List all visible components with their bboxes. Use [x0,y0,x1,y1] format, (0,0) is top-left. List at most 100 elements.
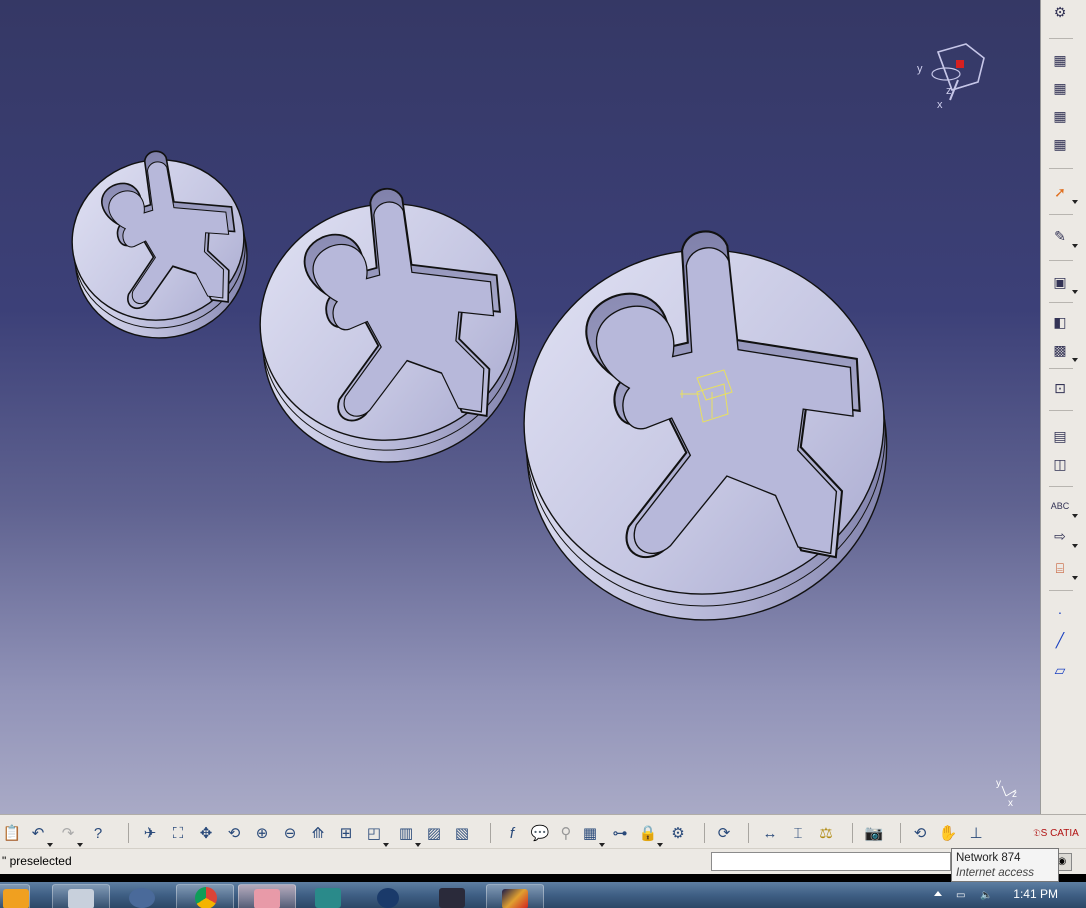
tooltip-title: Network 874 [956,852,1021,864]
toolbar-separator [1049,168,1073,169]
refresh-icon[interactable]: ⟲ [908,821,932,845]
settings-gear-icon[interactable]: ⚙ [1047,0,1073,24]
network-tooltip: Network 874 Internet access [951,848,1059,882]
update-icon[interactable]: ⟳ [712,821,736,845]
point-icon[interactable]: · [1047,600,1073,624]
network-tray-icon[interactable]: ▭ [956,890,968,902]
toolbar-separator [1049,302,1073,303]
part-icon-4[interactable]: ▦ [1047,132,1073,156]
fit-all-icon[interactable]: ⛶ [166,821,190,845]
part-small[interactable] [58,139,260,352]
toolbar-separator [704,823,705,843]
status-bar: " preselected ◉ [0,848,1086,874]
taskbar-browser[interactable] [362,884,420,908]
table-icon[interactable]: ▦ [578,821,605,847]
toolbar-separator [1049,486,1073,487]
text-abc-icon[interactable]: ABC [1047,494,1078,518]
axis-triad: y z x [996,778,1017,809]
tray-expand-icon[interactable] [934,891,942,896]
toolbar-separator [852,823,853,843]
triad-x-label: x [1008,798,1013,809]
toolbar-separator [748,823,749,843]
media-icon [129,888,155,908]
toolbar-separator [1049,260,1073,261]
app-icon [254,889,280,908]
undo-icon[interactable]: ↶ [26,821,53,847]
taskbar-app-active[interactable] [238,884,296,908]
calculator-icon [68,889,94,908]
compass-x-label: x [937,99,943,111]
taskbar-chrome[interactable] [176,884,234,908]
clock[interactable]: 1:41 PM [1013,887,1058,901]
mass-icon[interactable]: ⚖ [814,821,838,845]
image-app-icon [502,889,528,908]
plane-icon[interactable]: ▱ [1047,658,1073,682]
tooltip-subtitle: Internet access [956,867,1034,879]
compass-y-label: y [917,63,923,75]
toolbar-separator [1049,410,1073,411]
fixture-icon[interactable]: ▤ [1047,424,1073,448]
swap-space-icon[interactable]: ▧ [450,821,474,845]
grid-icon[interactable]: ▩ [1047,338,1078,362]
formula-icon[interactable]: f [500,821,524,845]
select-arrow-icon[interactable]: ➚ [1047,180,1078,204]
measure-item-icon[interactable]: ⌶ [786,821,810,845]
whats-this-icon[interactable]: ? [86,821,110,845]
rotate-icon[interactable]: ⟲ [222,821,246,845]
toolbar-separator [1049,214,1073,215]
lock-icon[interactable]: 🔒 [636,821,663,847]
hide-show-icon[interactable]: ▨ [422,821,446,845]
taskbar-autocad[interactable] [300,884,358,908]
catia-logo-icon: 𝔇S CATIA [1033,827,1079,839]
toolbar-separator [1049,38,1073,39]
chrome-icon [195,887,217,908]
browser-icon [377,888,399,908]
part-large[interactable] [505,215,904,638]
3d-viewport[interactable]: y z x y z x [0,0,1040,814]
multi-view-icon[interactable]: ⊞ [334,821,358,845]
paste-icon[interactable]: 📋 [0,821,24,845]
measure-icon[interactable]: ⌸ [1047,556,1078,580]
view-mode-icon[interactable]: ▥ [394,821,421,847]
windows-taskbar: ▭ 🔈 1:41 PM [0,882,1086,908]
line-icon[interactable]: ╱ [1047,628,1073,652]
status-text: " preselected [2,854,72,868]
iso-view-icon[interactable]: ◰ [362,821,389,847]
part-scene[interactable]: y z x y z x [0,0,1040,814]
zoom-out-icon[interactable]: ⊖ [278,821,302,845]
toolbar-separator [128,823,129,843]
parameters-icon[interactable]: ⚙ [666,821,690,845]
part-icon-2[interactable]: ▦ [1047,76,1073,100]
command-input[interactable] [711,852,951,871]
taskbar-media[interactable] [114,884,172,908]
taskbar-image-app[interactable] [486,884,544,908]
volume-tray-icon[interactable]: 🔈 [980,890,992,902]
part-icon-1[interactable]: ▦ [1047,48,1073,72]
comment-icon[interactable]: 💬 [528,821,552,845]
snap-icon[interactable]: ⊡ [1047,376,1073,400]
sketch-icon[interactable]: ✎ [1047,224,1078,248]
knowledge-icon[interactable]: ⚲ [554,821,578,845]
part-body-icon[interactable]: ▣ [1047,270,1078,294]
fly-mode-icon[interactable]: ✈ [138,821,162,845]
capture-icon[interactable]: 📷 [862,821,886,845]
taskbar-catia[interactable] [424,884,482,908]
part-medium[interactable] [243,173,534,478]
compass-icon[interactable]: y z x [917,43,985,111]
arrow-shape-icon[interactable]: ⇨ [1047,524,1078,548]
compass-small-icon[interactable]: ⊥ [964,821,988,845]
zoom-in-icon[interactable]: ⊕ [250,821,274,845]
pattern-icon[interactable]: ◧ [1047,310,1073,334]
normal-view-icon[interactable]: ⟰ [306,821,330,845]
media-player-icon [3,889,29,908]
redo-icon[interactable]: ↷ [56,821,83,847]
taskbar-calculator[interactable] [52,884,110,908]
taskbar-media-player[interactable] [0,884,30,908]
tree-icon[interactable]: ⊶ [608,821,632,845]
hand-icon[interactable]: ✋ [936,821,960,845]
measure-between-icon[interactable]: ↔ [758,821,782,845]
part-icon-3[interactable]: ▦ [1047,104,1073,128]
pan-icon[interactable]: ✥ [194,821,218,845]
toolbar-separator [1049,590,1073,591]
box-icon[interactable]: ◫ [1047,452,1073,476]
